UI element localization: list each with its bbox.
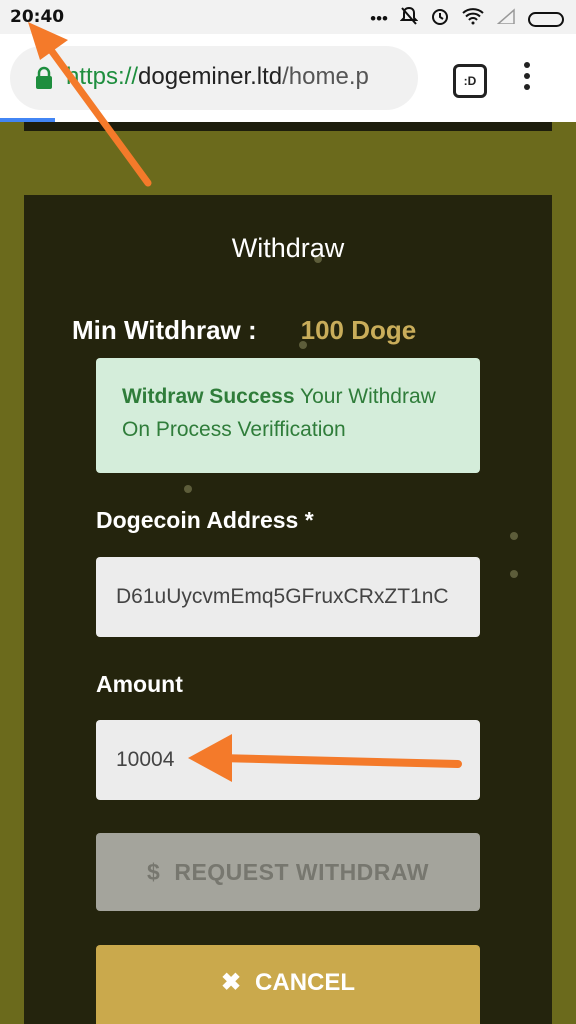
battery-icon	[528, 11, 564, 27]
withdraw-title: Withdraw	[231, 233, 345, 263]
network-dot	[510, 570, 518, 578]
status-time: 20:40	[10, 7, 65, 27]
alert-title: Witdraw Success	[122, 385, 295, 408]
close-icon: ✖	[220, 969, 242, 996]
min-withdraw-value: 100 Doge	[300, 315, 417, 345]
overflow-menu-icon[interactable]	[524, 62, 530, 95]
browser-toolbar: https://dogeminer.ltd/home.p :D	[0, 34, 576, 122]
cancel-label: CANCEL	[255, 969, 356, 996]
url-scheme: https://	[66, 63, 139, 90]
amount-input[interactable]: 10004	[96, 720, 480, 800]
network-dot	[510, 532, 518, 540]
more-icon: •••	[370, 9, 388, 28]
amount-label: Amount	[96, 671, 183, 697]
success-alert: Witdraw Success Your Withdraw On Process…	[96, 358, 480, 473]
mute-bell-icon	[399, 6, 419, 32]
previous-card-edge	[24, 122, 552, 131]
min-withdraw-label: Min Witdhraw :	[72, 315, 257, 345]
request-withdraw-button[interactable]: $ REQUEST WITHDRAW	[96, 833, 480, 911]
url-path: /home.p	[282, 63, 369, 90]
min-withdraw-row: Min Witdhraw : 100 Doge	[72, 315, 416, 346]
status-icons: •••	[370, 6, 564, 32]
url-text: https://dogeminer.ltd/home.p	[66, 63, 369, 91]
cancel-button[interactable]: ✖ CANCEL	[96, 945, 480, 1024]
network-dot	[184, 485, 192, 493]
alarm-icon	[430, 6, 450, 32]
tabs-button[interactable]: :D	[453, 64, 487, 98]
address-bar[interactable]: https://dogeminer.ltd/home.p	[10, 46, 418, 110]
dogecoin-address-input[interactable]: D61uUycvmEmq5GFruxCRxZT1nC	[96, 557, 480, 637]
wifi-icon	[462, 7, 484, 31]
request-withdraw-label: REQUEST WITHDRAW	[174, 859, 429, 885]
address-label: Dogecoin Address *	[96, 507, 314, 533]
status-bar: 20:40 •••	[0, 0, 576, 34]
dollar-icon: $	[147, 859, 161, 885]
withdraw-card: Withdraw Min Witdhraw : 100 Doge Witdraw …	[24, 195, 552, 1024]
lock-icon	[34, 66, 54, 95]
signal-icon	[496, 8, 516, 30]
url-host: dogeminer.ltd	[138, 63, 283, 90]
